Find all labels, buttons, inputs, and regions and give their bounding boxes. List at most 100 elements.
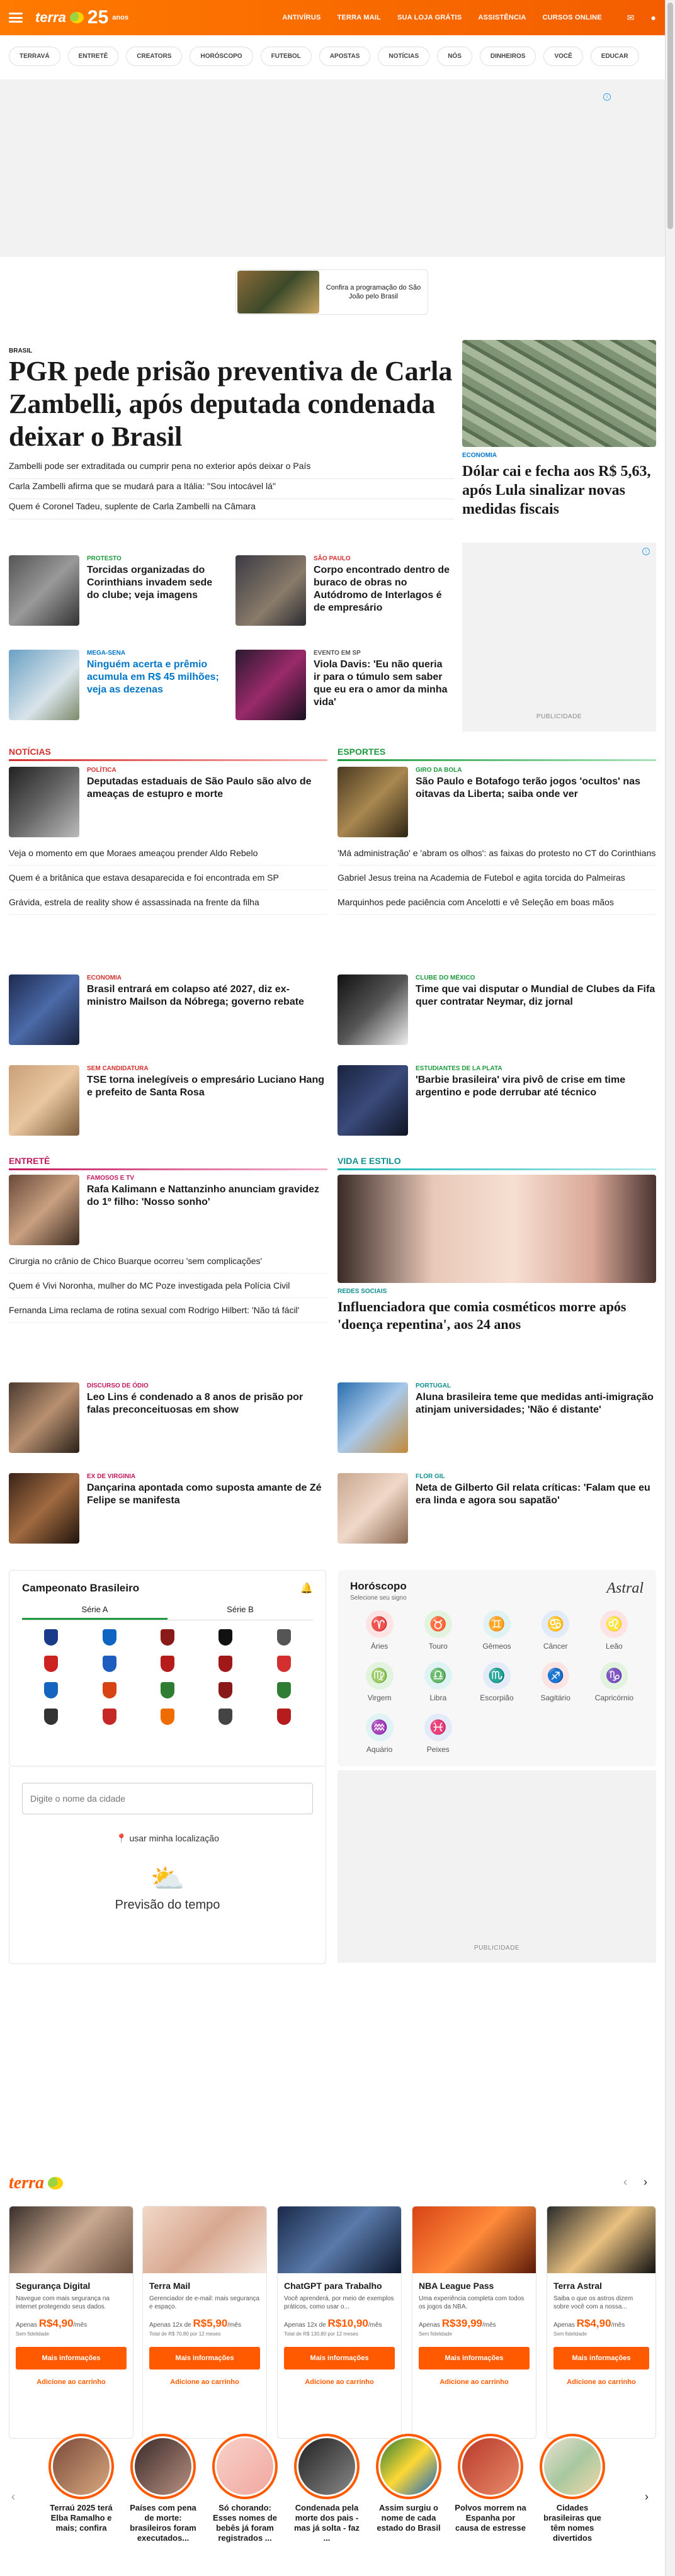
story-item[interactable]: Polvos morrem na Espanha por causa de es… [453,2434,528,2533]
stories-next-icon[interactable]: › [645,2490,649,2504]
link-item[interactable]: Quem é a britânica que estava desapareci… [9,866,327,890]
sign-leao[interactable]: ♌ Leão [600,1610,628,1651]
story-item[interactable]: Assim surgiu o nome de cada estado do Br… [372,2434,446,2533]
tab-serie-b[interactable]: Série B [167,1605,313,1620]
top-ad-slot[interactable]: i [0,79,665,257]
more-info-button[interactable]: Mais informações [419,2347,530,2370]
link-item[interactable]: Fernanda Lima reclama de rotina sexual c… [9,1298,327,1323]
chip-dinheiros[interactable]: DINHEIROS [479,47,536,66]
news-card[interactable]: GIRO DA BOLA São Paulo e Botafogo terão j… [338,767,656,837]
mail-icon[interactable]: ✉ [627,13,635,23]
more-info-button[interactable]: Mais informações [553,2347,649,2370]
vertical-scrollbar[interactable] [665,0,675,2576]
city-search-input[interactable] [22,1783,313,1814]
team-crest[interactable] [44,1629,59,1646]
top-link-terra-mail[interactable]: TERRA MAIL [338,14,381,21]
sign-peixes[interactable]: ♓ Peixes [424,1714,452,1754]
link-item[interactable]: Grávida, estrela de reality show é assas… [9,890,327,915]
team-crest[interactable] [160,1682,174,1698]
sign-aries[interactable]: ♈ Áries [365,1610,394,1651]
carousel-prev-icon[interactable]: ‹ [623,2176,627,2189]
team-crest[interactable] [44,1709,59,1725]
promo-banner[interactable]: Confira a programação do São João pelo B… [235,269,428,315]
top-link-loja[interactable]: SUA LOJA GRÁTIS [397,14,462,21]
link-item[interactable]: Gabriel Jesus treina na Academia de Fute… [338,866,656,890]
product-card[interactable]: Terra Mail Gerenciador de e-mail: mais s… [142,2206,267,2439]
news-card[interactable]: PORTUGAL Aluna brasileira teme que medida… [338,1382,656,1453]
hero-related-1[interactable]: Zambelli pode ser extraditada ou cumprir… [9,461,455,479]
team-crest[interactable] [102,1682,116,1698]
sign-capricornio[interactable]: ♑ Capricórnio [595,1662,633,1702]
link-item[interactable]: Marquinhos pede paciência com Ancelotti … [338,890,656,915]
chip-creators[interactable]: CREATORS [126,47,183,66]
team-crest[interactable] [160,1656,174,1672]
team-crest[interactable] [102,1629,116,1646]
chip-futebol[interactable]: FUTEBOL [260,47,312,66]
user-icon[interactable]: ● [651,13,656,23]
link-item[interactable]: Quem é Vivi Noronha, mulher do MC Poze i… [9,1274,327,1298]
product-card[interactable]: Terra Astral Saiba o que os astros dizem… [547,2206,656,2439]
sign-touro[interactable]: ♉ Touro [424,1610,452,1651]
team-crest[interactable] [44,1682,59,1698]
sign-libra[interactable]: ♎ Libra [424,1662,452,1702]
news-card[interactable]: MEGA-SENA Ninguém acerta e prêmio acumula… [9,650,223,720]
team-crest[interactable] [160,1629,174,1646]
menu-icon[interactable] [9,13,23,23]
ad-info-icon[interactable]: i [603,93,611,101]
news-card[interactable]: POLÍTICA Deputadas estaduais de São Paulo… [9,767,327,837]
chip-noticias[interactable]: NOTÍCIAS [378,47,430,66]
tab-serie-a[interactable]: Série A [22,1605,167,1620]
side-ad-slot-2[interactable]: PUBLICIDADE [338,1770,656,1963]
sign-aquario[interactable]: ♒ Aquário [365,1714,394,1754]
top-link-assistencia[interactable]: ASSISTÊNCIA [478,14,526,21]
more-info-button[interactable]: Mais informações [149,2347,260,2370]
side-story-image[interactable] [462,340,656,447]
top-link-cursos[interactable]: CURSOS ONLINE [543,14,602,21]
sign-escorpiao[interactable]: ♏ Escorpião [480,1662,514,1702]
team-crest[interactable] [276,1629,291,1646]
sign-sagitario[interactable]: ♐ Sagitário [541,1662,570,1702]
chip-educar[interactable]: EDUCAR [590,47,639,66]
sign-gemeos[interactable]: ♊ Gêmeos [482,1610,511,1651]
add-to-cart-link[interactable]: Adicione ao carrinho [16,2378,127,2386]
product-card[interactable]: NBA League Pass Uma experiência completa… [412,2206,536,2439]
chip-entrete[interactable]: ENTRETÊ [67,47,119,66]
team-crest[interactable] [102,1656,116,1672]
more-info-button[interactable]: Mais informações [16,2347,127,2370]
chip-nos[interactable]: NÓS [437,47,472,66]
link-item[interactable]: 'Má administração' e 'abram os olhos': a… [338,847,656,866]
news-card[interactable]: ESTUDIANTES DE LA PLATA 'Barbie brasileir… [338,1065,656,1136]
news-card[interactable]: CLUBE DO MÉXICO Time que vai disputar o M… [338,974,656,1045]
hero-headline[interactable]: PGR pede prisão preventiva de Carla Zamb… [9,355,455,453]
team-crest[interactable] [102,1709,116,1725]
news-card[interactable]: FAMOSOS E TV Rafa Kalimann e Nattanzinho … [9,1175,327,1245]
vida-lead-headline[interactable]: Influenciadora que comia cosméticos morr… [338,1298,656,1333]
scrollbar-thumb[interactable] [667,3,673,229]
side-ad-slot[interactable]: i PUBLICIDADE [462,543,656,732]
sign-virgem[interactable]: ♍ Virgem [365,1662,394,1702]
add-to-cart-link[interactable]: Adicione ao carrinho [419,2378,530,2386]
add-to-cart-link[interactable]: Adicione ao carrinho [284,2378,395,2386]
product-card[interactable]: ChatGPT para Trabalho Você aprenderá, po… [277,2206,402,2439]
add-to-cart-link[interactable]: Adicione ao carrinho [553,2378,649,2386]
section-title-entrete[interactable]: ENTRETÊ [9,1156,50,1170]
team-crest[interactable] [218,1709,233,1725]
team-crest[interactable] [44,1656,59,1672]
news-card[interactable]: SEM CANDIDATURA TSE torna inelegíveis o e… [9,1065,327,1136]
news-card[interactable]: DISCURSO DE ÓDIO Leo Lins é condenado a 8… [9,1382,327,1453]
news-card[interactable]: SÃO PAULO Corpo encontrado dentro de bura… [235,555,450,626]
astral-logo[interactable]: Astral [606,1580,644,1602]
section-title-noticias[interactable]: NOTÍCIAS [9,747,51,760]
team-crest[interactable] [160,1709,174,1725]
chip-voce[interactable]: VOCÊ [543,47,583,66]
team-crest[interactable] [276,1656,291,1672]
team-crest[interactable] [218,1656,233,1672]
more-info-button[interactable]: Mais informações [284,2347,395,2370]
product-card[interactable]: Segurança Digital Navegue com mais segur… [9,2206,133,2439]
side-story-headline[interactable]: Dólar cai e fecha aos R$ 5,63, após Lula… [462,462,656,519]
sign-cancer[interactable]: ♋ Câncer [542,1610,570,1651]
news-card[interactable]: EX DE VIRGINIA Dançarina apontada como su… [9,1473,327,1544]
team-crest[interactable] [218,1682,233,1698]
ad-info-icon[interactable]: i [642,548,650,555]
top-link-antivirus[interactable]: ANTIVÍRUS [282,14,320,21]
